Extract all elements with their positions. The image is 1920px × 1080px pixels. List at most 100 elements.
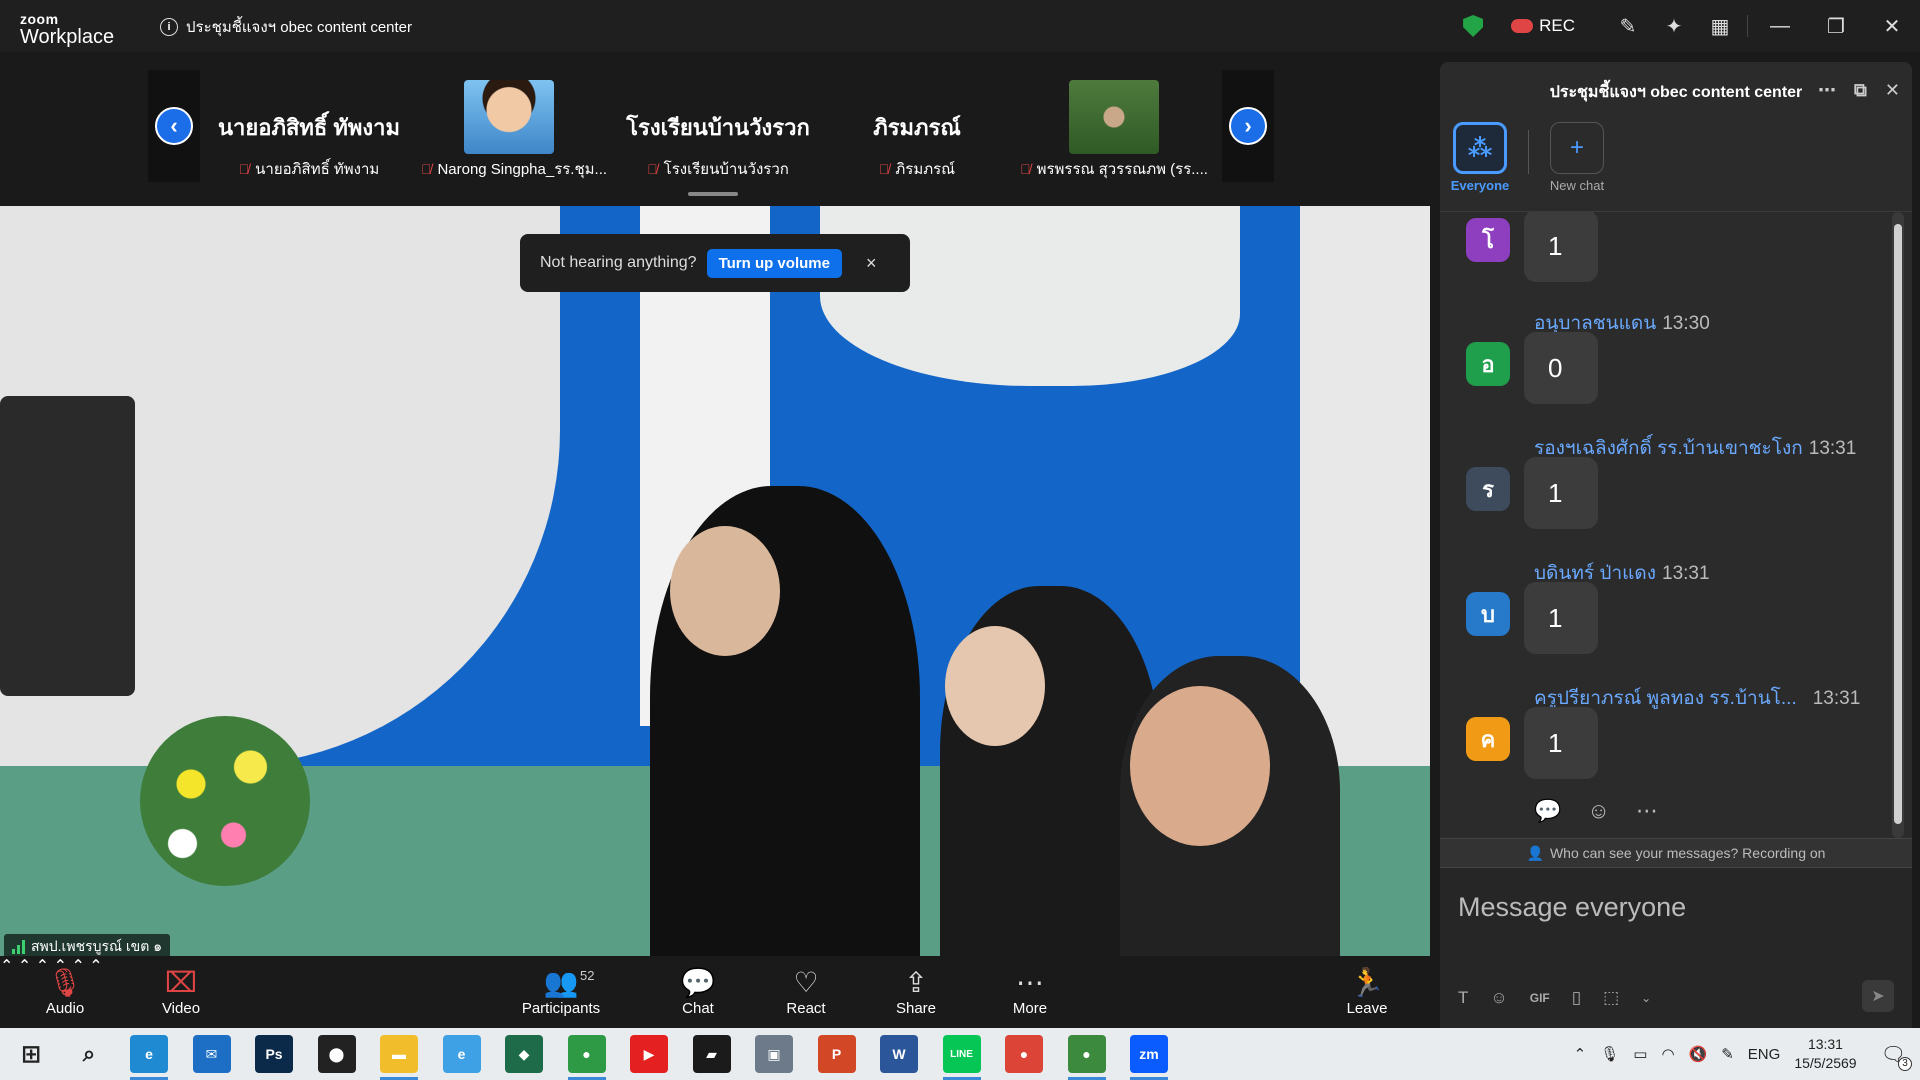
minimize-icon[interactable]: — (1752, 0, 1808, 52)
explorer-icon[interactable]: ▬ (380, 1035, 418, 1080)
message-visibility-notice[interactable]: 👤 Who can see your messages? Recording o… (1440, 838, 1912, 868)
video-scene (0, 396, 135, 696)
info-icon[interactable]: i (160, 18, 178, 36)
video-options-caret[interactable]: ⌃ (18, 958, 31, 975)
close-icon[interactable]: ✕ (1864, 0, 1920, 52)
participant-label-text: นายอภิสิทธิ์ ทัพงาม (255, 161, 380, 178)
message-bubble[interactable]: 1 (1524, 582, 1598, 654)
ie-icon[interactable]: e (442, 1035, 481, 1073)
tab-everyone[interactable]: ⁂ Everyone (1448, 122, 1512, 193)
ai-companion-icon[interactable]: ✦ (1651, 6, 1697, 46)
recording-indicator[interactable]: REC (1511, 16, 1575, 36)
rec-label: REC (1539, 16, 1575, 35)
strip-resize-handle[interactable] (688, 192, 738, 196)
chrome-icon-2[interactable]: ● (1005, 1035, 1043, 1073)
more-actions-icon[interactable]: ⋯ (1636, 798, 1658, 824)
notification-count: 3 (1898, 1056, 1912, 1071)
annotate-pen-icon[interactable]: ✎ (1605, 6, 1651, 46)
microphone-icon[interactable]: 🎙 (1600, 1045, 1619, 1063)
video-scene (140, 716, 310, 886)
participant-thumbnail[interactable]: ภิรมภรณ์ 🎙̸ ภิรมภรณ์ (822, 70, 1012, 182)
photoshop-icon[interactable]: Ps (255, 1035, 293, 1073)
leave-label: Leave (1346, 1000, 1388, 1017)
apps-icon[interactable]: ▦ (1697, 6, 1743, 46)
powerpoint-icon[interactable]: P (817, 1035, 856, 1073)
sticky-notes-icon[interactable]: ▰ (692, 1035, 731, 1073)
restore-icon[interactable]: ❐ (1808, 0, 1864, 52)
thumbnails-next-button[interactable]: › (1222, 70, 1274, 182)
maps-icon[interactable]: ⬤ (317, 1035, 356, 1073)
chat-messages[interactable]: โ 1 อนุบาลชนแดน 13:30 อ 0 รองฯเฉลิงศักดิ์… (1440, 212, 1896, 842)
close-panel-icon[interactable]: ✕ (1885, 80, 1900, 101)
security-shield-icon[interactable] (1463, 15, 1484, 37)
send-icon[interactable]: ➤ (1862, 980, 1894, 1012)
clock-time: 13:31 (1807, 1036, 1843, 1052)
chrome-icon-3[interactable]: ● (1067, 1035, 1106, 1080)
more-options-icon[interactable]: ⋯ (1818, 80, 1836, 101)
add-reaction-icon[interactable]: ☺ (1587, 798, 1609, 824)
chat-button[interactable]: 💬 Chat (678, 964, 718, 1018)
react-button[interactable]: ♡ React (784, 964, 828, 1018)
system-tray: ⌃ 🎙 ▭ ◠ 🔇 ✎ ENG 13:31 15/5/2569 🗨 3 (1574, 1028, 1920, 1080)
scrollbar-thumb[interactable] (1894, 224, 1902, 824)
zoom-icon[interactable]: zm (1130, 1035, 1168, 1080)
meeting-info[interactable]: i ประชุมชี้แจงฯ obec content center (160, 15, 412, 39)
participant-thumbnail[interactable]: โรงเรียนบ้านวังรวก 🎙̸ โรงเรียนบ้านวังรวก (618, 70, 818, 182)
reply-thread-icon[interactable]: 💬 (1534, 798, 1561, 824)
volume-muted-icon[interactable]: 🔇 (1689, 1045, 1708, 1063)
chat-icon: 💬 (680, 966, 716, 998)
chevron-up-icon[interactable]: ⌃ (1574, 1045, 1587, 1063)
turn-up-volume-button[interactable]: Turn up volume (706, 248, 842, 278)
tab-new-chat[interactable]: + New chat (1545, 122, 1609, 193)
mail-icon[interactable]: ✉ (192, 1035, 231, 1073)
windows-start-icon[interactable]: ⊞ (12, 1035, 50, 1073)
message-input-placeholder[interactable]: Message everyone (1458, 892, 1686, 923)
toast-close-icon[interactable]: × (866, 253, 877, 274)
participant-name-large: นายอภิสิทธิ์ ทัพงาม (217, 115, 401, 140)
chat-scrollbar[interactable] (1892, 212, 1904, 838)
language-indicator[interactable]: ENG (1748, 1046, 1781, 1063)
audio-button[interactable]: 🎙 Audio (40, 964, 90, 1018)
word-icon[interactable]: W (880, 1035, 918, 1073)
more-button[interactable]: ⋯ More (1008, 964, 1052, 1018)
audio-options-caret[interactable]: ⌃ (0, 958, 13, 975)
app-icon[interactable]: ◆ (505, 1035, 543, 1073)
search-icon[interactable]: ⌕ (70, 1035, 108, 1073)
gif-button[interactable]: GIF (1530, 991, 1550, 1005)
chrome-icon[interactable]: ● (567, 1035, 606, 1080)
participant-thumbnail[interactable]: 🎙̸ Narong Singpha_รร.ชุม... (414, 70, 614, 182)
message-bubble[interactable]: 0 (1524, 332, 1598, 404)
sender-avatar: บ (1466, 592, 1510, 636)
share-options-caret[interactable]: ⌃ (89, 958, 102, 975)
message-bubble[interactable]: 1 (1524, 707, 1598, 779)
youtube-icon[interactable]: ▶ (630, 1035, 668, 1073)
screenshot-icon[interactable]: ⬚ (1603, 988, 1619, 1008)
chat-label: Chat (682, 1000, 714, 1017)
wifi-icon[interactable]: ◠ (1661, 1045, 1674, 1063)
share-button[interactable]: ⇪ Share (894, 964, 938, 1018)
notifications-icon[interactable]: 🗨 3 (1881, 1042, 1912, 1071)
edge-icon[interactable]: e (130, 1035, 168, 1080)
chat-compose-area[interactable]: Message everyone T ☺ GIF ▯ ⬚ ⌄ ➤ (1440, 868, 1912, 1028)
battery-icon[interactable]: ▭ (1633, 1045, 1647, 1063)
clock[interactable]: 13:31 15/5/2569 (1794, 1035, 1856, 1073)
message-bubble[interactable]: 1 (1524, 457, 1598, 529)
chevron-down-icon[interactable]: ⌄ (1641, 991, 1651, 1005)
participant-label: 🎙̸ Narong Singpha_รร.ชุม... (414, 156, 614, 182)
message-bubble[interactable]: 1 (1524, 212, 1598, 282)
line-icon[interactable]: LINE (942, 1035, 981, 1080)
media-icon[interactable]: ▣ (755, 1035, 793, 1073)
tab-new-chat-label: New chat (1549, 178, 1605, 193)
pop-out-icon[interactable]: ⧉ (1854, 80, 1867, 101)
video-button[interactable]: ⌧ Video (156, 964, 206, 1018)
text-format-icon[interactable]: T (1458, 988, 1468, 1008)
pen-icon[interactable]: ✎ (1721, 1045, 1734, 1063)
leave-button[interactable]: 🏃 Leave (1344, 964, 1390, 1018)
chevron-left-icon: ‹ (155, 107, 193, 145)
file-icon[interactable]: ▯ (1572, 988, 1581, 1008)
participant-thumbnail[interactable]: 🎙̸ พรพรรณ สุวรรณภพ (รร.... (1014, 70, 1214, 182)
thumbnails-prev-button[interactable]: ‹ (148, 70, 200, 182)
participant-thumbnail[interactable]: นายอภิสิทธิ์ ทัพงาม 🎙̸ นายอภิสิทธิ์ ทัพงา… (214, 70, 404, 182)
more-icon: ⋯ (1016, 966, 1044, 998)
emoji-icon[interactable]: ☺ (1490, 988, 1507, 1008)
